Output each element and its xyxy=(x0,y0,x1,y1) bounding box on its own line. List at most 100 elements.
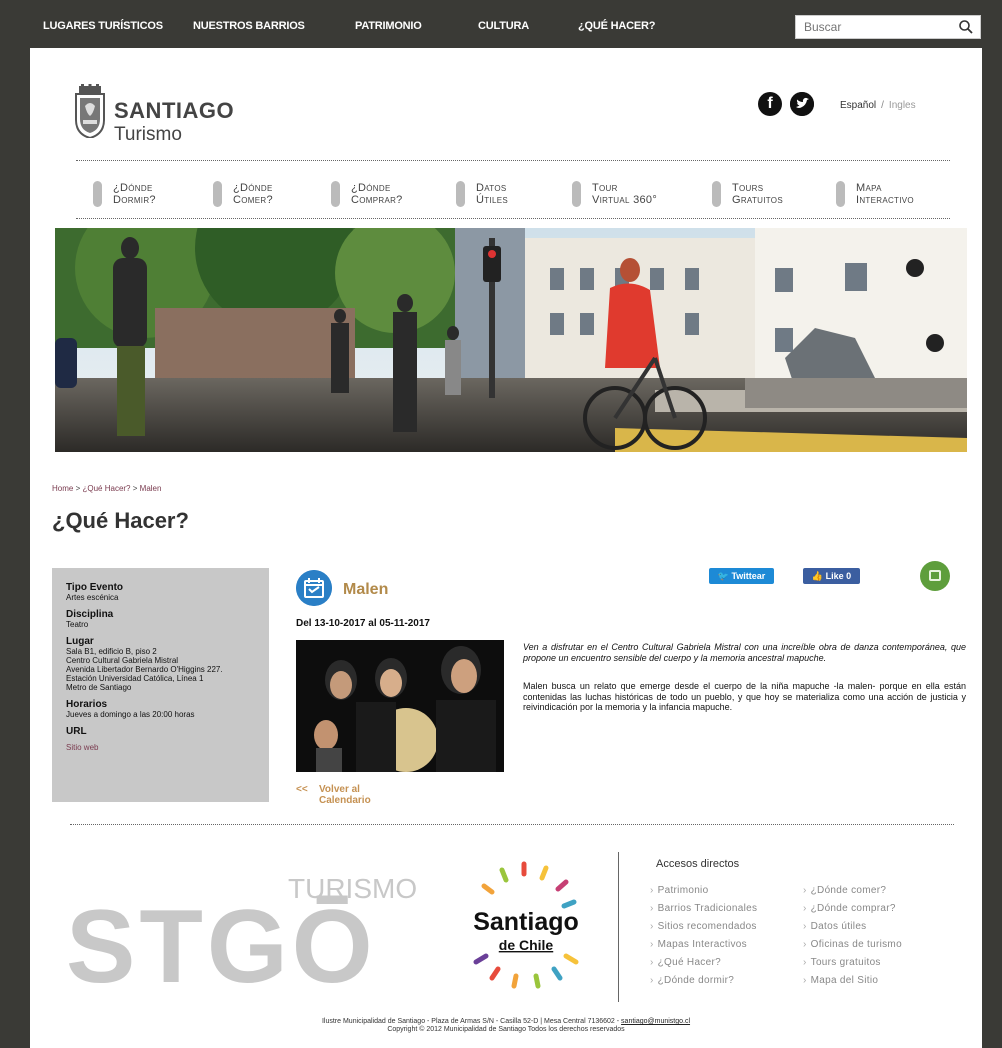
horarios-label: Horarios xyxy=(66,699,108,710)
back-arrow-icon: << xyxy=(296,784,308,795)
subnav-label-line2: Gratuitos xyxy=(732,194,783,206)
chevron-right-icon: › xyxy=(803,885,807,896)
nav-patrimonio[interactable]: PATRIMONIO xyxy=(355,20,422,32)
search-input[interactable] xyxy=(796,16,946,38)
lugar-line: Centro Cultural Gabriela Mistral xyxy=(66,656,179,665)
accesos-link-que-hacer[interactable]: › ¿Qué Hacer? xyxy=(650,954,757,972)
print-button[interactable] xyxy=(920,561,950,591)
accesos-link-mapas[interactable]: › Mapas Interactivos xyxy=(650,936,757,954)
accesos-link-patrimonio[interactable]: › Patrimonio xyxy=(650,882,757,900)
breadcrumb-section[interactable]: ¿Qué Hacer? xyxy=(82,484,130,493)
accesos-link-tours[interactable]: › Tours gratuitos xyxy=(803,954,902,972)
breadcrumb-home[interactable]: Home xyxy=(52,484,73,493)
twitter-share-label: Twittear xyxy=(731,571,766,581)
de-chile-logo-text: de Chile xyxy=(499,937,554,953)
page-title: ¿Qué Hacer? xyxy=(52,508,189,533)
event-dates: Del 13-10-2017 al 05-11-2017 xyxy=(296,618,430,629)
link-label: ¿Dónde comer? xyxy=(810,885,887,896)
search-icon[interactable] xyxy=(958,19,974,35)
pill-icon xyxy=(712,181,721,207)
lang-ingles[interactable]: Ingles xyxy=(889,100,916,111)
lang-espanol[interactable]: Español xyxy=(840,100,876,111)
pill-icon xyxy=(93,181,102,207)
lugar-line: Estación Universidad Católica, Línea 1 xyxy=(66,674,204,683)
breadcrumb-current: Malen xyxy=(139,484,162,493)
subnav-label-line2: Interactivo xyxy=(856,194,914,206)
accesos-link-donde-dormir[interactable]: › ¿Dónde dormir? xyxy=(650,972,757,990)
pill-icon xyxy=(456,181,465,207)
footer-divider xyxy=(618,852,619,1002)
chevron-right-icon: › xyxy=(650,921,654,932)
logo-title: SANTIAGO xyxy=(114,98,235,123)
chevron-right-icon: › xyxy=(650,885,654,896)
event-description-body: Malen busca un relato que emerge desde e… xyxy=(523,681,966,712)
event-description: Ven a disfrutar en el Centro Cultural Ga… xyxy=(523,642,966,713)
chevron-right-icon: › xyxy=(803,903,807,914)
twitter-share-button[interactable]: 🐦 Twittear xyxy=(709,568,774,584)
nav-lugares-turisticos[interactable]: LUGARES TURÍSTICOS xyxy=(43,20,163,32)
lugar-line: Metro de Santiago xyxy=(66,683,132,692)
subnav-label-line2: Comprar? xyxy=(351,194,403,206)
accesos-link-datos-utiles[interactable]: › Datos útiles xyxy=(803,918,902,936)
chevron-right-icon: › xyxy=(803,975,807,986)
accesos-link-donde-comer[interactable]: › ¿Dónde comer? xyxy=(803,882,902,900)
chevron-right-icon: › xyxy=(650,957,654,968)
facebook-icon[interactable]: f xyxy=(758,92,782,116)
twitter-icon[interactable] xyxy=(790,92,814,116)
link-label: Barrios Tradicionales xyxy=(657,903,758,914)
subnav-label-line1: Tour xyxy=(592,182,618,194)
accesos-link-sitios[interactable]: › Sitios recomendados xyxy=(650,918,757,936)
link-label: Sitios recomendados xyxy=(657,921,757,932)
accesos-link-mapa-sitio[interactable]: › Mapa del Sitio xyxy=(803,972,902,990)
nav-que-hacer[interactable]: ¿QUÉ HACER? xyxy=(578,20,655,32)
subnav-label-line1: Tours xyxy=(732,182,764,194)
event-description-intro: Ven a disfrutar en el Centro Cultural Ga… xyxy=(523,642,966,663)
chevron-right-icon: › xyxy=(803,957,807,968)
accesos-link-donde-comprar[interactable]: › ¿Dónde comprar? xyxy=(803,900,902,918)
footer-email-link[interactable]: santiago@munistgo.cl xyxy=(621,1018,690,1025)
sitio-web-link[interactable]: Sitio web xyxy=(66,743,98,752)
accesos-link-barrios[interactable]: › Barrios Tradicionales xyxy=(650,900,757,918)
nav-cultura[interactable]: CULTURA xyxy=(478,20,529,32)
link-label: ¿Qué Hacer? xyxy=(657,957,721,968)
event-info-panel: Tipo Evento Artes escénica Disciplina Te… xyxy=(52,568,269,802)
lugar-line: Avenida Libertador Bernardo O'Higgins 22… xyxy=(66,665,223,674)
divider xyxy=(70,824,954,825)
event-photo xyxy=(296,640,504,772)
pill-icon xyxy=(572,181,581,207)
accesos-link-oficinas[interactable]: › Oficinas de turismo xyxy=(803,936,902,954)
top-navigation: LUGARES TURÍSTICOS NUESTROS BARRIOS PATR… xyxy=(0,0,1002,48)
chevron-right-icon: › xyxy=(650,975,654,986)
link-label: Oficinas de turismo xyxy=(810,939,902,950)
language-switcher: Español / Ingles xyxy=(840,100,916,111)
subnav-label-line1: ¿Dónde xyxy=(233,182,273,194)
tipo-evento-label: Tipo Evento xyxy=(66,582,124,593)
subnav-label-line1: ¿Dónde xyxy=(351,182,391,194)
search-box xyxy=(795,15,981,39)
site-logo[interactable]: SANTIAGO Turismo xyxy=(74,84,235,145)
subnav-label-line1: Mapa xyxy=(856,182,882,194)
link-label: Mapa del Sitio xyxy=(810,975,879,986)
event-title: Malen xyxy=(343,581,389,598)
subnav-label-line2: Virtual 360° xyxy=(592,194,658,206)
lugar-line: Sala B1, edificio B, piso 2 xyxy=(66,647,157,656)
divider xyxy=(76,218,950,219)
footer-address: Ilustre Municipalidad de Santiago - Plaz… xyxy=(321,1018,622,1025)
breadcrumb-separator: > xyxy=(132,484,138,493)
facebook-like-button[interactable]: 👍 Like 0 xyxy=(803,568,860,584)
santiago-crest-icon xyxy=(75,84,105,138)
chevron-right-icon: › xyxy=(650,903,654,914)
pill-icon xyxy=(213,181,222,207)
santiago-de-chile-logo: Santiago de Chile xyxy=(473,861,579,989)
back-to-calendar-label: Volver al Calendario xyxy=(319,784,371,806)
tipo-evento-value: Artes escénica xyxy=(66,593,119,602)
chevron-right-icon: › xyxy=(803,921,807,932)
pill-icon xyxy=(331,181,340,207)
logo-subtitle: Turismo xyxy=(114,124,182,145)
breadcrumb: Home > ¿Qué Hacer? > Malen xyxy=(52,484,161,493)
nav-nuestros-barrios[interactable]: NUESTROS BARRIOS xyxy=(193,20,305,32)
accesos-column-2: › ¿Dónde comer? › ¿Dónde comprar? › Datos ú… xyxy=(803,882,902,990)
stgo-logo-big-text: STGŌ xyxy=(66,889,377,992)
breadcrumb-separator: > xyxy=(75,484,81,493)
link-label: Datos útiles xyxy=(810,921,867,932)
